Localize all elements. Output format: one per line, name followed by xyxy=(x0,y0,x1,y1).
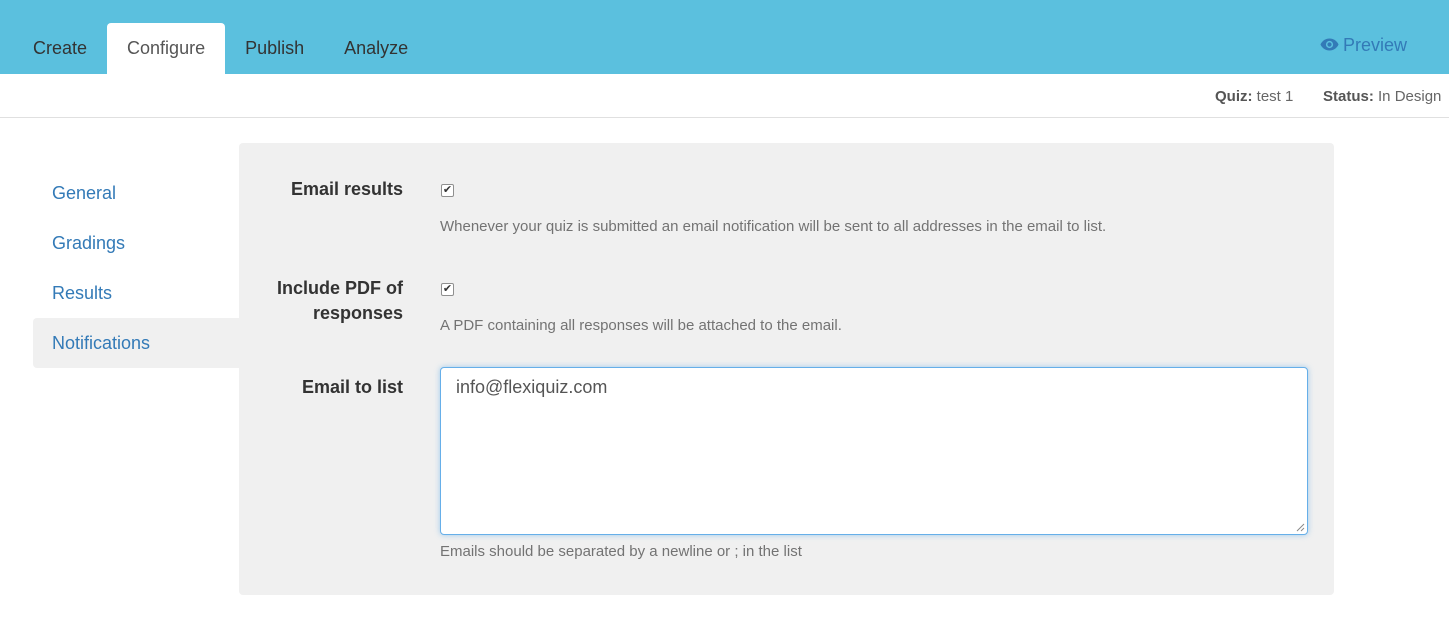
tab-publish[interactable]: Publish xyxy=(225,23,324,74)
preview-button[interactable]: Preview xyxy=(1320,35,1407,56)
resize-grip-icon[interactable] xyxy=(1296,523,1305,532)
sidenav-item-gradings[interactable]: Gradings xyxy=(33,218,239,268)
email-results-checkbox[interactable]: ✔ xyxy=(441,184,454,197)
email-list-textarea[interactable]: info@flexiquiz.com xyxy=(440,367,1308,535)
checkmark-icon: ✔ xyxy=(442,184,453,196)
quiz-status-bar: Quiz: test 1 Status: In Design xyxy=(0,74,1449,118)
preview-label: Preview xyxy=(1342,35,1407,55)
top-nav-bar: Create Configure Publish Analyze Preview xyxy=(0,0,1449,74)
quiz-status: Status: In Design xyxy=(1323,88,1442,105)
sidenav-item-notifications[interactable]: Notifications xyxy=(33,318,239,368)
email-results-help: Whenever your quiz is submitted an email… xyxy=(440,218,1107,235)
include-pdf-help: A PDF containing all responses will be a… xyxy=(440,317,842,334)
checkmark-icon: ✔ xyxy=(442,283,453,295)
email-list-help: Emails should be separated by a newline … xyxy=(440,543,802,560)
sidenav-item-general[interactable]: General xyxy=(33,168,239,218)
sidenav-item-results[interactable]: Results xyxy=(33,268,239,318)
main-tabs: Create Configure Publish Analyze xyxy=(13,23,428,74)
include-pdf-label: Include PDF of responses xyxy=(277,278,403,323)
configure-sidenav: General Gradings Results Notifications xyxy=(33,168,239,368)
email-results-label: Email results xyxy=(290,179,403,199)
tab-create[interactable]: Create xyxy=(13,23,107,74)
quiz-name: Quiz: test 1 xyxy=(1215,88,1294,105)
tab-analyze[interactable]: Analyze xyxy=(324,23,428,74)
notifications-panel: Email results ✔ Whenever your quiz is su… xyxy=(239,143,1334,595)
include-pdf-checkbox[interactable]: ✔ xyxy=(441,283,454,296)
email-list-label: Email to list xyxy=(301,377,403,397)
tab-configure[interactable]: Configure xyxy=(107,23,226,74)
eye-icon xyxy=(1320,35,1343,56)
